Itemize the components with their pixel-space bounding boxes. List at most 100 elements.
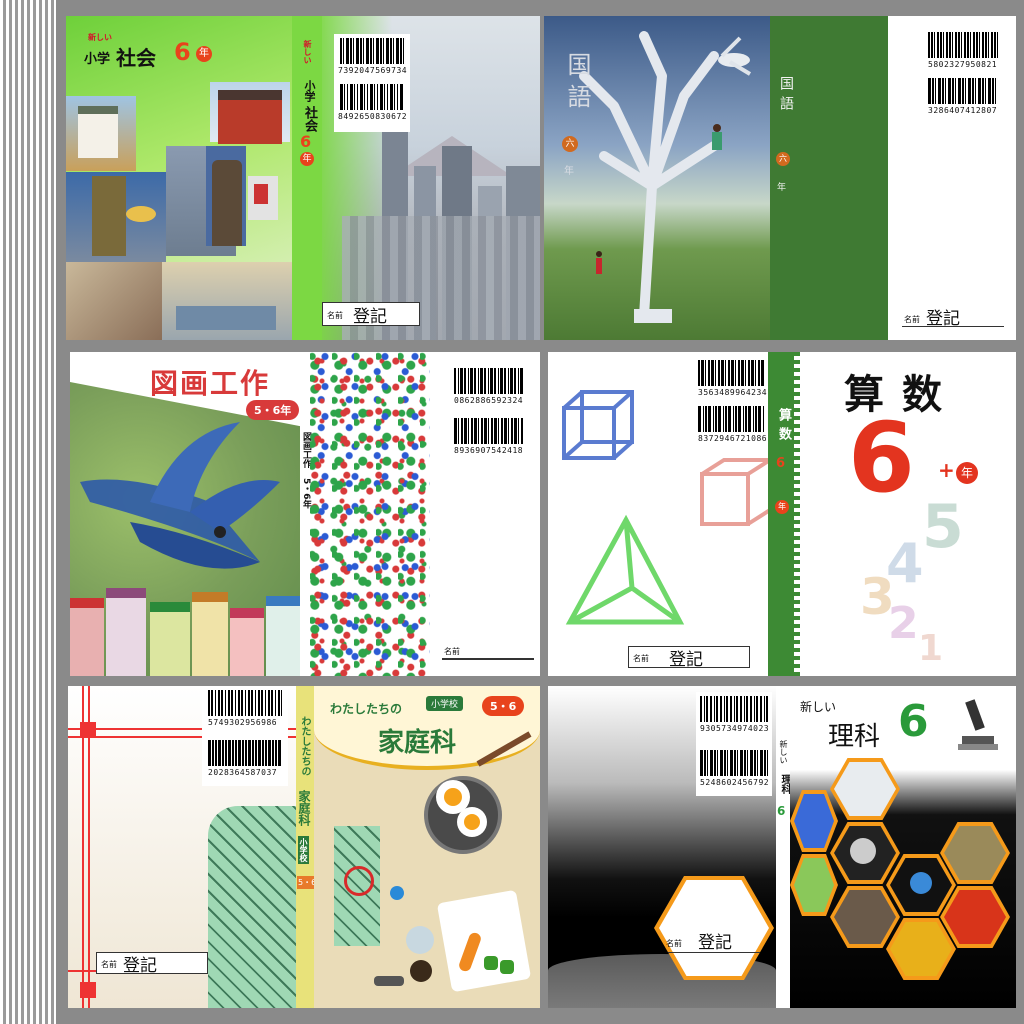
science-barcode-box: 9305734974023 5248602456792 (696, 692, 772, 796)
home-barcode-1 (208, 690, 282, 716)
social-photo-collage (66, 76, 292, 340)
social-name-label: 名前 (327, 311, 343, 320)
cover-art[interactable]: 図画工作 5・6年 図画工作 5・6年 0862886592324 893690… (70, 352, 540, 676)
social-name-box[interactable]: 名前 登記 (322, 302, 420, 327)
math-barcode-1-number: 3563489964234 (698, 388, 768, 397)
art-name-label: 名前 (444, 647, 460, 656)
home-name-box[interactable]: 名前 登記 (96, 952, 208, 976)
japanese-barcode-1-number: 5802327950821 (928, 60, 998, 69)
math-barcode-2-number: 8372946721086 (698, 434, 768, 443)
math-barcode-1 (698, 360, 764, 386)
home-name-label: 名前 (101, 960, 117, 969)
science-register-stamp: 登記 (698, 933, 732, 953)
home-subject: 家庭科 (378, 728, 457, 758)
science-barcode-1 (700, 696, 768, 722)
japanese-subject: 国語 (563, 52, 591, 116)
home-register-stamp: 登記 (123, 956, 157, 976)
cover-math[interactable]: 3563489964234 8372946721086 名前 登記 算数 6 年… (548, 352, 1016, 676)
math-grade-number: 6 (848, 402, 915, 514)
social-grade-unit: 年 (196, 46, 212, 62)
science-barcode-2-number: 5248602456792 (700, 778, 770, 787)
art-name-line[interactable]: 名前 (442, 642, 534, 660)
home-barcode-2-number: 2028364587037 (208, 768, 278, 777)
social-series: 小学 (84, 52, 111, 67)
social-spine-prefix: 新しい (303, 40, 312, 64)
math-grade-unit: 年 (956, 462, 978, 484)
japanese-spine-grade: 六 (776, 152, 790, 166)
social-spine-unit: 年 (300, 152, 314, 166)
science-prefix: 新しい (800, 700, 837, 714)
social-barcode-2-number: 8492650830672 (338, 112, 408, 121)
japanese-barcode-1 (928, 32, 998, 58)
art-barcode-2-number: 8936907542418 (454, 446, 524, 455)
japanese-grade-unit: 年 (564, 166, 574, 177)
math-name-label: 名前 (633, 654, 649, 663)
home-barcode-box: 5749302956986 2028364587037 (202, 686, 288, 786)
japanese-barcode-box: 5802327950821 3286407412807 (924, 28, 1004, 124)
japanese-grade: 六 (562, 136, 578, 152)
math-digit-2: 2 (888, 598, 919, 649)
japanese-spine-subject: 国語 (778, 76, 794, 116)
social-grade-number: 6 (174, 38, 191, 66)
science-spine (776, 686, 790, 1008)
math-spine-ring-binding (794, 352, 800, 676)
science-barcode-1-number: 9305734974023 (700, 724, 770, 733)
science-name-label: 名前 (666, 939, 682, 948)
japanese-barcode-2-number: 3286407412807 (928, 106, 998, 115)
art-barcode-box: 0862886592324 8936907542418 (450, 364, 530, 464)
japanese-spine-unit: 年 (777, 183, 787, 193)
cover-japanese[interactable]: 国語 六 年 国語 六 年 5802327950821 328640741280… (544, 16, 1016, 340)
art-back-paint-splatter (310, 352, 430, 676)
art-fish-illustration (80, 422, 280, 569)
social-barcode-2 (340, 84, 404, 110)
social-title-block: 新しい 小学 社会 6 年 (74, 32, 234, 72)
science-barcode-2 (700, 750, 768, 776)
japanese-name-line[interactable]: 名前 登記 (902, 306, 1004, 329)
math-spine-unit: 年 (775, 500, 789, 514)
frying-pan-illustration (424, 776, 502, 854)
math-register-stamp: 登記 (669, 650, 703, 670)
social-barcode-box: 7392047569734 8492650830672 (334, 34, 410, 132)
math-plus-icon: + (938, 458, 955, 482)
social-barcode-1 (340, 38, 404, 64)
cutting-board-illustration (436, 889, 532, 993)
social-prefix: 新しい (88, 33, 112, 42)
social-spine-grade: 6 (300, 132, 312, 151)
math-digit-5: 5 (922, 492, 964, 562)
cover-science[interactable]: 9305734974023 5248602456792 名前 登記 新しい 理科… (548, 686, 1016, 1008)
math-barcode-2 (698, 406, 764, 432)
science-spine-grade: 6 (777, 804, 786, 818)
home-prefix: わたしたちの (330, 702, 403, 716)
social-spine (292, 16, 322, 340)
japanese-register-stamp: 登記 (926, 309, 960, 329)
cover-home-economics[interactable]: 5749302956986 2028364587037 名前 登記 わたしたちの… (68, 686, 540, 1008)
social-barcode-1-number: 7392047569734 (338, 66, 408, 75)
home-barcode-2 (208, 740, 282, 766)
art-barcode-2 (454, 418, 524, 444)
art-title: 図画工作 (150, 362, 270, 402)
home-spine-badge: 小学校 (298, 836, 309, 864)
binder-edge (0, 0, 56, 1024)
science-spine-prefix: 新しい (779, 740, 788, 764)
japanese-barcode-2 (928, 78, 998, 104)
math-spine (768, 352, 796, 676)
art-grade-badge: 5・6年 (246, 400, 300, 420)
science-grade-number: 6 (898, 696, 929, 747)
math-spine-grade: 6 (776, 456, 786, 471)
art-subject: 図画工作 (150, 367, 271, 400)
art-barcode-1 (454, 368, 524, 394)
social-spine-series: 小学 (303, 80, 316, 102)
japanese-name-label: 名前 (904, 315, 920, 324)
home-spine-prefix: わたしたちの (299, 716, 310, 776)
microscope-icon (958, 699, 998, 750)
home-badge: 小学校 (426, 696, 464, 711)
science-hex-grid (790, 748, 1016, 1008)
japanese-spine (770, 16, 888, 340)
art-houses (70, 588, 300, 676)
math-name-box[interactable]: 名前 登記 (628, 646, 750, 670)
social-subject: 社会 (116, 46, 156, 70)
social-spine-subject: 社会 (302, 106, 317, 132)
cover-social-studies[interactable]: 新しい 小学 社会 6 年 新しい 小学 社会 6 年 739204756973… (66, 16, 540, 340)
math-spine-subject: 算数 (776, 408, 791, 446)
social-register-stamp: 登記 (353, 307, 387, 327)
